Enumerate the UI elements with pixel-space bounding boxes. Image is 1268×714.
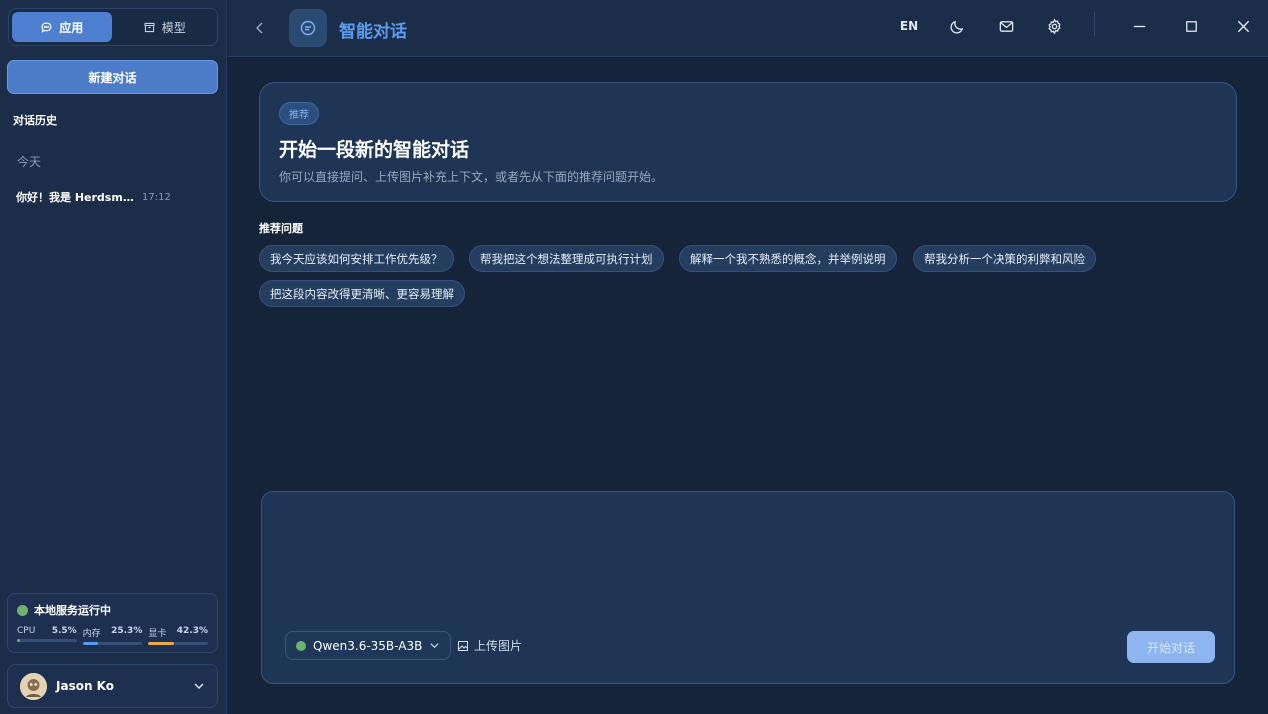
history-title: 对话历史 — [13, 114, 57, 127]
box-icon — [144, 22, 155, 32]
history-item-time: 17:12 — [142, 191, 171, 203]
start-chat-button[interactable]: 开始对话 — [1127, 631, 1215, 663]
metric-memory-value: 25.3% — [111, 626, 143, 636]
back-icon[interactable] — [252, 20, 268, 36]
metric-gpu-bar — [148, 642, 174, 645]
toolbar-divider — [1094, 12, 1095, 36]
metric-memory-name: 内存 — [82, 629, 101, 639]
chevron-down-icon — [430, 643, 439, 649]
mail-button[interactable] — [995, 15, 1017, 37]
service-status-label: 本地服务运行中 — [34, 604, 111, 617]
new-chat-button[interactable]: 新建对话 — [7, 60, 218, 94]
suggestion-chip[interactable]: 帮我把这个想法整理成可执行计划 — [469, 245, 664, 272]
mode-switch: 应用 模型 — [8, 8, 218, 46]
avatar — [20, 672, 47, 700]
suggestions-title: 推荐问题 — [259, 222, 303, 235]
suggestion-chip[interactable]: 解释一个我不熟悉的概念，并举例说明 — [679, 245, 897, 272]
topbar: 智能对话 EN — [228, 0, 1268, 57]
tab-apps[interactable]: 应用 — [12, 12, 112, 42]
language-toggle[interactable]: EN — [898, 15, 920, 37]
mail-icon — [999, 20, 1013, 32]
recommend-tag: 推荐 — [279, 102, 319, 125]
service-status-card: 本地服务运行中 CPU 5.5% 内存 25.3% 显卡 42.3% — [7, 593, 218, 653]
minimize-button[interactable] — [1128, 15, 1150, 37]
minimize-icon — [1133, 25, 1145, 27]
theme-toggle[interactable] — [946, 15, 968, 37]
metric-gpu-value: 42.3% — [176, 626, 209, 636]
welcome-heading: 开始一段新的智能对话 — [279, 139, 470, 161]
chat-bubble-icon — [300, 20, 316, 36]
metric-cpu-bar — [17, 639, 21, 642]
tab-models[interactable]: 模型 — [115, 12, 215, 42]
welcome-card: 推荐 开始一段新的智能对话 你可以直接提问、上传图片补充上下文，或者先从下面的推… — [259, 82, 1237, 202]
metric-memory: 内存 25.3% — [82, 626, 143, 645]
close-icon — [1237, 20, 1249, 32]
model-name: Qwen3.6-35B-A3B — [313, 638, 423, 653]
tab-apps-label: 应用 — [59, 20, 84, 35]
metric-cpu: CPU 5.5% — [17, 626, 77, 645]
history-item[interactable]: 你好！我是 Herdsm... 17:12 — [8, 185, 218, 209]
suggestion-chip[interactable]: 我今天应该如何安排工作优先级？ — [259, 245, 454, 272]
page-title: 智能对话 — [339, 22, 407, 42]
status-online-icon — [17, 604, 28, 616]
close-button[interactable] — [1232, 15, 1254, 37]
settings-button[interactable] — [1043, 15, 1065, 37]
chevron-down-icon — [194, 683, 204, 689]
model-status-icon — [296, 640, 306, 651]
metric-cpu-name: CPU — [17, 626, 36, 636]
metric-gpu: 显卡 42.3% — [148, 626, 209, 645]
maximize-button[interactable] — [1180, 15, 1202, 37]
history-item-title: 你好！我是 Herdsm... — [16, 191, 134, 204]
chat-bubble-icon — [41, 21, 52, 33]
composer: Qwen3.6-35B-A3B 上传图片 开始对话 — [261, 491, 1235, 684]
history-group-today: 今天 — [17, 155, 42, 169]
upload-image-label: 上传图片 — [474, 639, 523, 653]
user-menu[interactable]: Jason Ko — [7, 664, 218, 708]
app-icon — [289, 9, 327, 47]
metric-gpu-name: 显卡 — [148, 629, 167, 639]
gear-icon — [1047, 18, 1061, 34]
tab-models-label: 模型 — [161, 20, 186, 35]
model-select[interactable]: Qwen3.6-35B-A3B — [285, 631, 452, 660]
language-label: EN — [899, 19, 919, 33]
user-name: Jason Ko — [56, 679, 115, 693]
upload-image-button[interactable]: 上传图片 — [457, 637, 522, 654]
suggestion-chip[interactable]: 把这段内容改得更清晰、更容易理解 — [259, 280, 465, 307]
image-icon — [458, 640, 468, 651]
welcome-subtitle: 你可以直接提问、上传图片补充上下文，或者先从下面的推荐问题开始。 — [279, 170, 664, 184]
metric-memory-bar — [82, 642, 98, 645]
metric-cpu-value: 5.5% — [51, 626, 77, 636]
maximize-icon — [1185, 20, 1197, 32]
moon-icon — [950, 20, 963, 33]
suggestion-chip[interactable]: 帮我分析一个决策的利弊和风险 — [913, 245, 1096, 272]
sidebar: 应用 模型 新建对话 对话历史 今天 你好！我是 Herdsm... 17:12… — [0, 0, 227, 714]
message-input[interactable] — [276, 504, 1220, 624]
